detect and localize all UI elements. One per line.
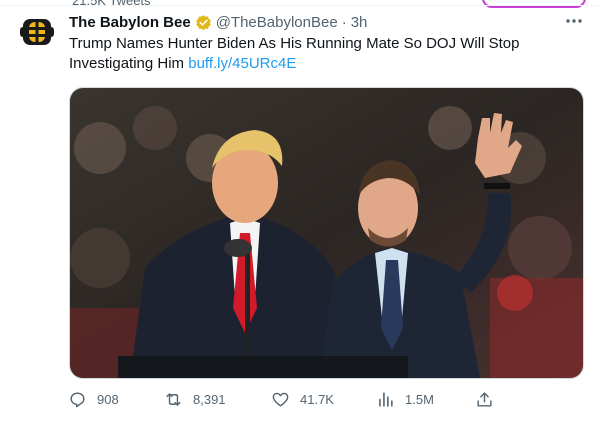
share-icon bbox=[477, 391, 492, 407]
tweet-link[interactable]: buff.ly/45URc4E bbox=[188, 55, 296, 72]
tweet-actions: 908 8,391 41.7K 1.5M bbox=[68, 388, 498, 410]
bee-logo-icon bbox=[20, 19, 54, 45]
tweet-image[interactable] bbox=[69, 87, 584, 379]
more-options-icon[interactable] bbox=[564, 14, 584, 28]
divider bbox=[0, 5, 598, 6]
reply-button[interactable]: 908 bbox=[68, 388, 119, 410]
like-count: 41.7K bbox=[300, 391, 334, 407]
avatar[interactable] bbox=[20, 15, 54, 49]
tweets-count-label: 21.5K Tweets bbox=[72, 0, 151, 8]
retweet-button[interactable]: 8,391 bbox=[164, 388, 226, 410]
reply-icon bbox=[70, 391, 85, 407]
image-illustration bbox=[70, 88, 583, 378]
retweet-icon bbox=[166, 392, 181, 406]
author-handle[interactable]: @TheBabylonBee bbox=[216, 14, 338, 31]
reply-count: 908 bbox=[97, 391, 119, 407]
verified-badge-icon bbox=[195, 14, 211, 30]
tweet-timestamp[interactable]: 3h bbox=[351, 14, 368, 31]
follow-button[interactable] bbox=[482, 0, 586, 8]
author-name[interactable]: The Babylon Bee bbox=[69, 14, 191, 31]
like-icon bbox=[272, 392, 289, 407]
views-button[interactable]: 1.5M bbox=[376, 388, 434, 410]
tweet-text: Trump Names Hunter Biden As His Running … bbox=[69, 34, 539, 74]
tweet-header: The Babylon Bee @TheBabylonBee · 3h bbox=[69, 12, 367, 32]
separator-dot: · bbox=[341, 13, 347, 31]
retweet-count: 8,391 bbox=[193, 391, 226, 407]
views-icon bbox=[379, 391, 393, 407]
views-count: 1.5M bbox=[405, 391, 434, 407]
like-button[interactable]: 41.7K bbox=[271, 388, 334, 410]
share-button[interactable] bbox=[475, 388, 494, 410]
